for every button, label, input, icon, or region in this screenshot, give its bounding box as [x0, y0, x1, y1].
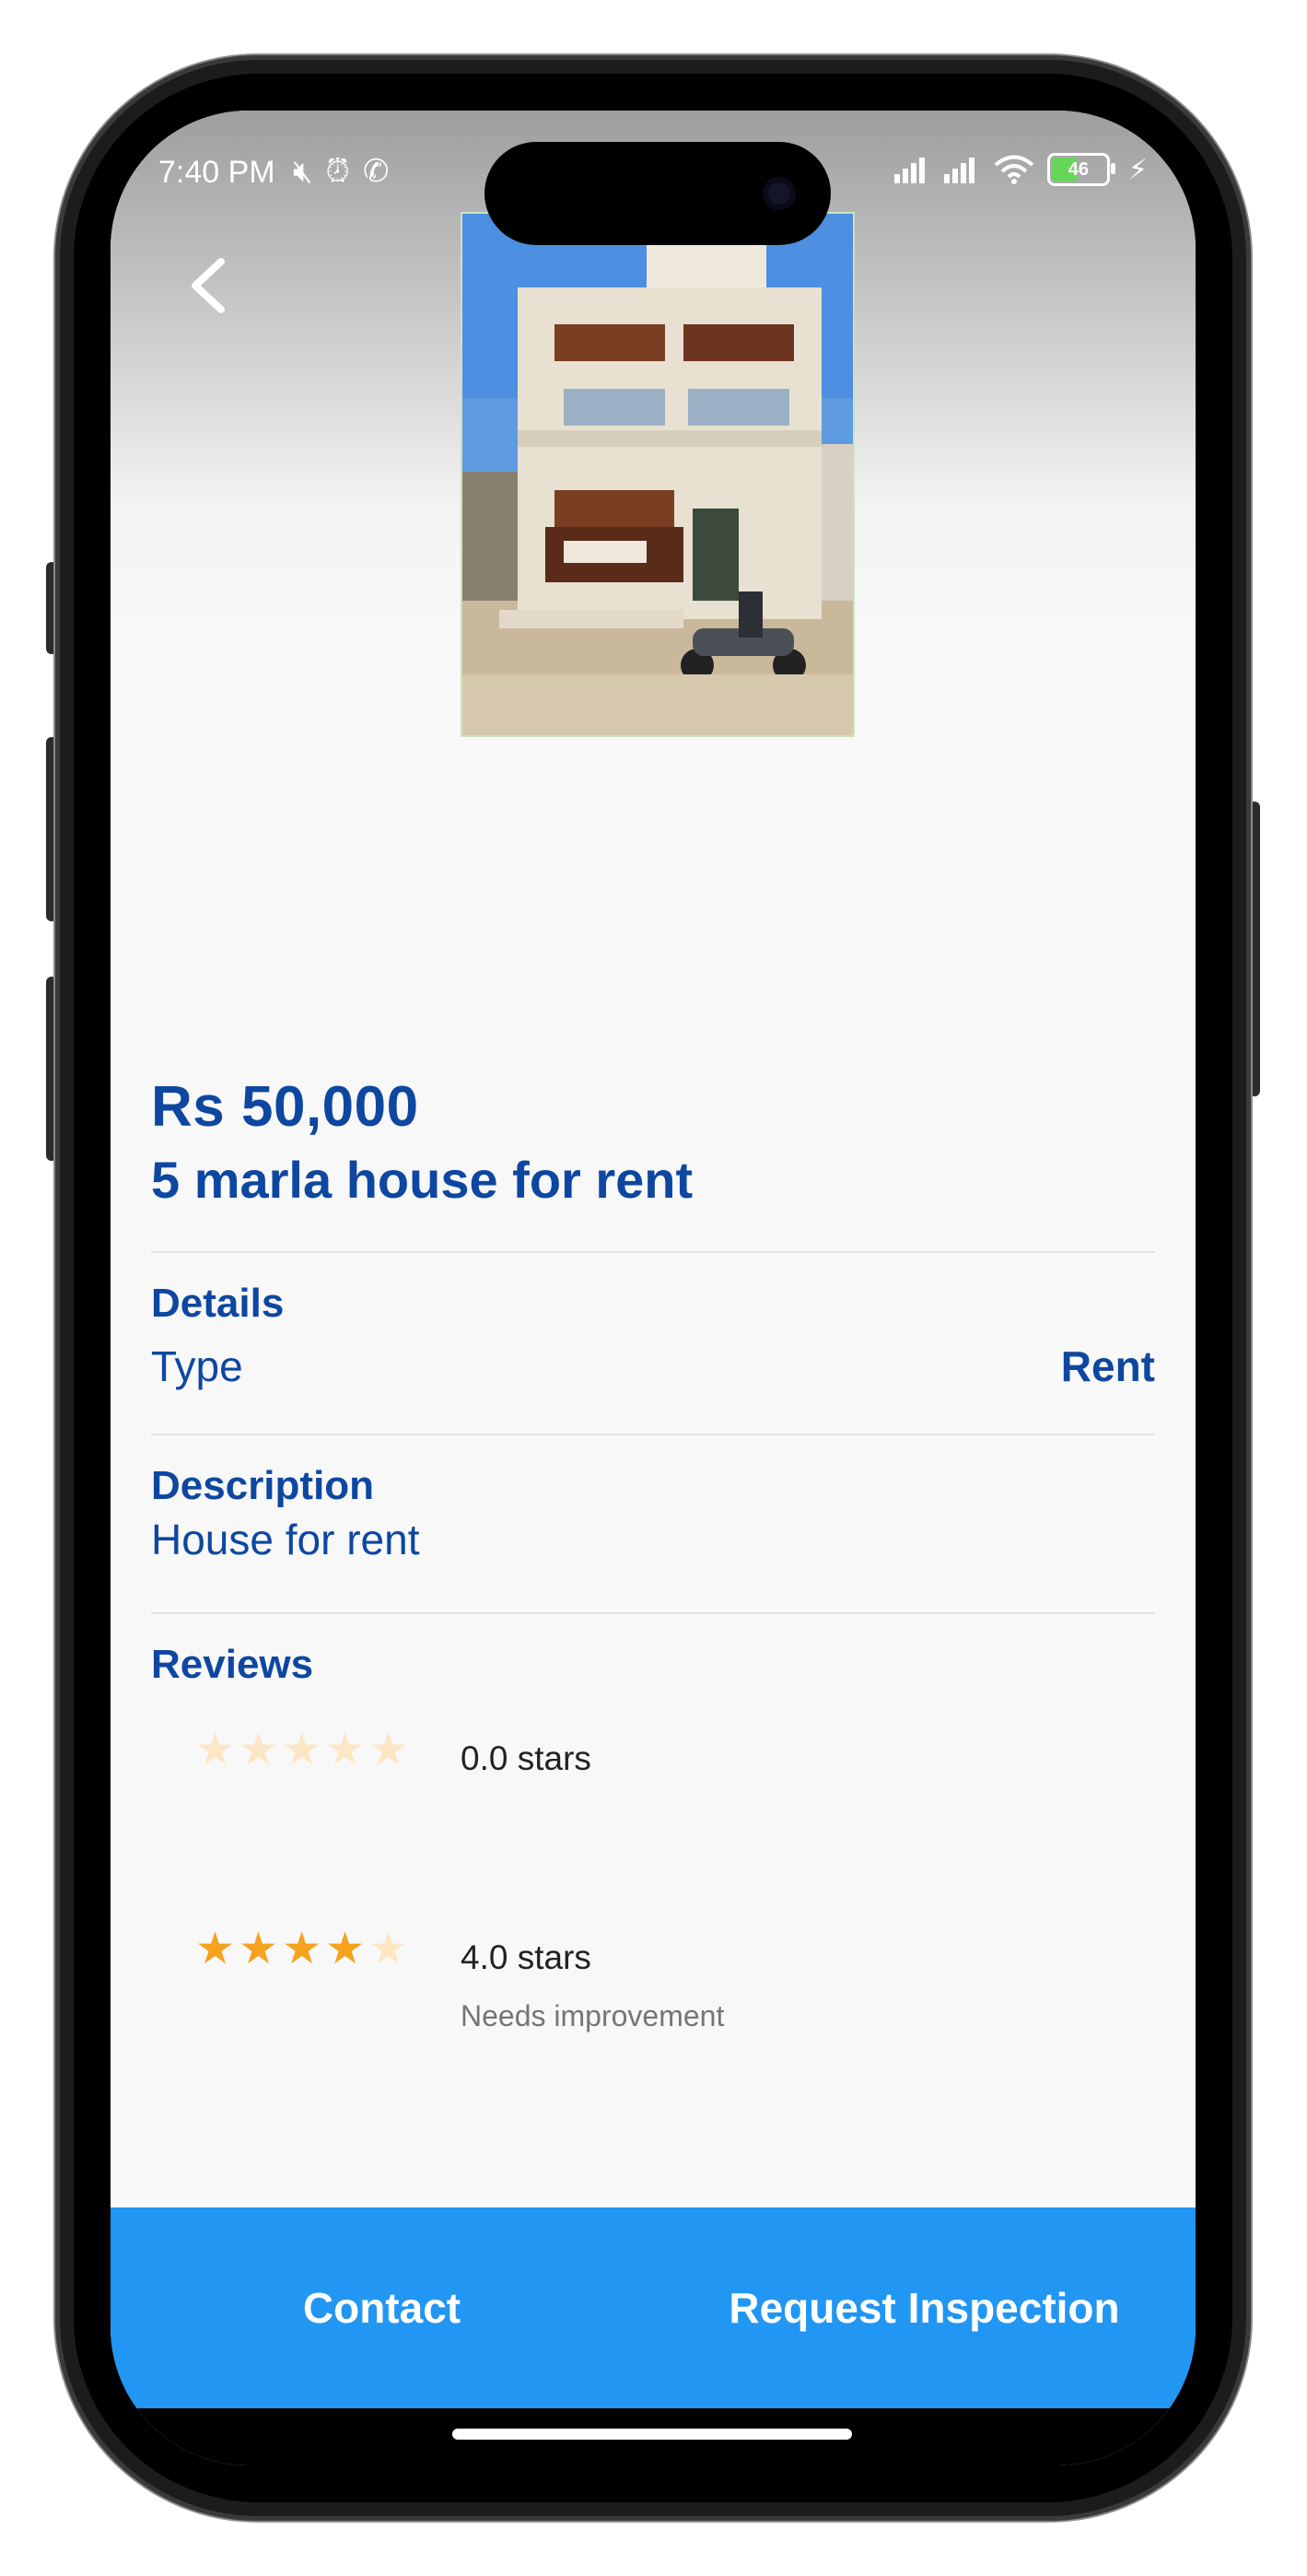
- back-button[interactable]: [171, 249, 245, 322]
- divider: [151, 1434, 1155, 1435]
- star-icon: ★: [239, 1925, 279, 1973]
- star-rating: ★ ★ ★ ★ ★: [195, 1927, 408, 1972]
- type-value: Rent: [1060, 1342, 1155, 1390]
- status-time: 7:40 PM: [158, 155, 275, 190]
- listing-title: 5 marla house for rent: [151, 1151, 694, 1209]
- star-icon: ★: [325, 1726, 366, 1774]
- star-icon: ★: [368, 1726, 409, 1774]
- charging-icon: ⚡︎: [1127, 154, 1148, 185]
- status-bar: 7:40 PM 🔇︎ ⏰︎ ✆ 46 ⚡︎: [111, 142, 1196, 206]
- review-comment: Needs improvement: [461, 1999, 725, 2032]
- mute-icon: 🔇︎: [293, 154, 313, 189]
- alarm-icon: ⏰︎: [325, 154, 350, 189]
- property-photo-image: [462, 214, 853, 735]
- home-indicator[interactable]: [452, 2429, 852, 2440]
- review-rating-label: 0.0 stars: [461, 1739, 591, 1777]
- reviews-heading: Reviews: [151, 1642, 314, 1687]
- star-icon: ★: [282, 1925, 322, 1973]
- listing-price: Rs 50,000: [151, 1075, 419, 1139]
- action-bar: Contact Request Inspection: [111, 2207, 1196, 2465]
- property-photo[interactable]: [461, 212, 855, 737]
- star-icon: ★: [325, 1925, 366, 1973]
- divider: [151, 1612, 1155, 1614]
- system-nav-area: [111, 2408, 1196, 2465]
- signal-icon: [893, 156, 931, 183]
- chevron-left-icon: [192, 258, 225, 313]
- type-label: Type: [151, 1342, 243, 1390]
- status-notification-icons: 🔇︎ ⏰︎ ✆: [293, 153, 389, 190]
- star-icon: ★: [195, 1925, 236, 1973]
- review-rating-label: 4.0 stars: [461, 1938, 591, 1976]
- battery-icon: 46: [1046, 153, 1115, 186]
- status-system-icons: 46 ⚡︎: [893, 153, 1148, 186]
- divider: [151, 1251, 1155, 1253]
- battery-level: 46: [1068, 158, 1090, 180]
- app-screen: 7:40 PM 🔇︎ ⏰︎ ✆ 46 ⚡︎ Rs 50,000 5 marla …: [111, 111, 1196, 2465]
- star-rating: ★ ★ ★ ★ ★: [195, 1728, 408, 1773]
- wifi-icon: [994, 155, 1034, 184]
- star-icon: ★: [239, 1726, 279, 1774]
- star-icon: ★: [282, 1726, 322, 1774]
- description-heading: Description: [151, 1463, 375, 1508]
- star-icon: ★: [195, 1726, 236, 1774]
- star-icon: ★: [368, 1925, 409, 1973]
- description-text: House for rent: [151, 1516, 420, 1563]
- details-heading: Details: [151, 1281, 285, 1326]
- contact-button[interactable]: Contact: [111, 2207, 653, 2408]
- signal-icon: [943, 156, 981, 183]
- request-inspection-button[interactable]: Request Inspection: [653, 2207, 1196, 2408]
- whatsapp-icon: ✆: [362, 154, 390, 189]
